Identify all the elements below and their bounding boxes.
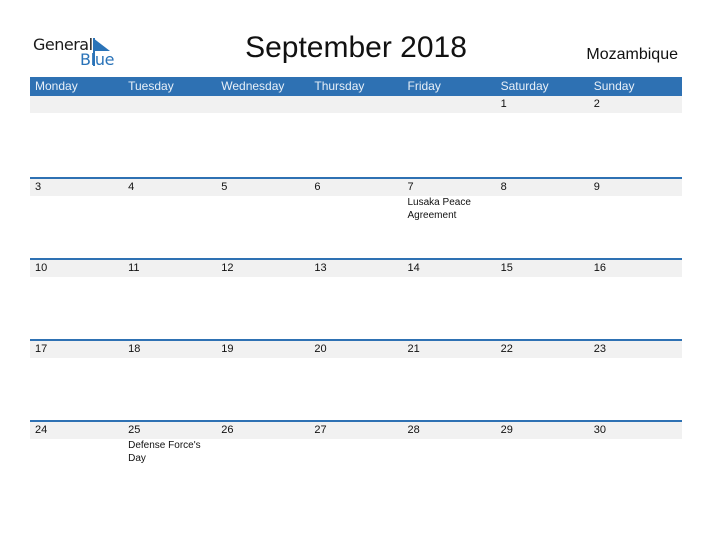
day-number: 14 bbox=[407, 262, 420, 274]
calendar-grid: Monday Tuesday Wednesday Thursday Friday… bbox=[30, 77, 682, 501]
day-number: 21 bbox=[407, 343, 420, 355]
day-number: 24 bbox=[35, 424, 48, 436]
day-cell: 20 bbox=[309, 341, 402, 358]
day-cell: 10 bbox=[30, 260, 123, 277]
day-cell: 3 bbox=[30, 179, 123, 222]
day-number: 28 bbox=[407, 424, 420, 436]
weeks-container: 1 2 3 4 5 6 7 Lusaka Peace Agreement 8 9 10 11 12 13 1… bbox=[30, 96, 682, 501]
day-number: 16 bbox=[593, 262, 606, 274]
country-label: Mozambique bbox=[586, 46, 678, 63]
day-number: 30 bbox=[593, 424, 606, 436]
weekday-saturday: Saturday bbox=[500, 79, 549, 93]
day-cell: 23 bbox=[589, 341, 682, 358]
day-number: 5 bbox=[221, 181, 228, 193]
week-row: 10 11 12 13 14 15 16 bbox=[30, 258, 682, 339]
day-number: 19 bbox=[221, 343, 234, 355]
day-cell: 17 bbox=[30, 341, 123, 358]
day-number: 1 bbox=[500, 98, 507, 110]
day-number: 2 bbox=[593, 98, 600, 110]
day-cell: 27 bbox=[309, 422, 402, 465]
day-cell: 7 Lusaka Peace Agreement bbox=[403, 179, 496, 222]
week-cells: 10 11 12 13 14 15 16 bbox=[30, 260, 682, 277]
day-cell: 18 bbox=[123, 341, 216, 358]
day-cell bbox=[30, 96, 123, 113]
day-cell bbox=[216, 96, 309, 113]
day-number: 13 bbox=[314, 262, 327, 274]
week-cells: 3 4 5 6 7 Lusaka Peace Agreement 8 9 bbox=[30, 179, 682, 222]
week-row: 3 4 5 6 7 Lusaka Peace Agreement 8 9 bbox=[30, 177, 682, 258]
day-number: 10 bbox=[35, 262, 48, 274]
day-number: 8 bbox=[500, 181, 507, 193]
holiday-label: Lusaka Peace Agreement bbox=[407, 197, 471, 221]
holiday-label: Defense Force's Day bbox=[128, 440, 201, 464]
day-cell: 30 bbox=[589, 422, 682, 465]
day-cell bbox=[403, 96, 496, 113]
weekday-thursday: Thursday bbox=[314, 79, 365, 93]
day-number: 25 bbox=[128, 424, 141, 436]
weekday-friday: Friday bbox=[407, 79, 441, 93]
day-number: 17 bbox=[35, 343, 48, 355]
day-number bbox=[128, 96, 216, 113]
week-row: 12 bbox=[30, 96, 682, 177]
day-number: 11 bbox=[128, 262, 140, 274]
day-cell: 11 bbox=[123, 260, 216, 277]
day-cell: 13 bbox=[309, 260, 402, 277]
day-cell: 9 bbox=[589, 179, 682, 222]
day-number: 4 bbox=[128, 181, 135, 193]
day-cell: 22 bbox=[496, 341, 589, 358]
day-cell bbox=[309, 96, 402, 113]
day-number: 7 bbox=[407, 181, 414, 193]
week-row: 24 25 Defense Force's Day 26 27 28 29 30 bbox=[30, 420, 682, 501]
day-number bbox=[314, 96, 402, 113]
week-cells: 24 25 Defense Force's Day 26 27 28 29 30 bbox=[30, 422, 682, 465]
day-cell: 12 bbox=[216, 260, 309, 277]
day-number: 29 bbox=[500, 424, 513, 436]
weekday-monday: Monday bbox=[35, 79, 78, 93]
day-number: 15 bbox=[500, 262, 513, 274]
day-cell: 21 bbox=[403, 341, 496, 358]
day-cell bbox=[123, 96, 216, 113]
day-number: 6 bbox=[314, 181, 321, 193]
day-cell: 25 Defense Force's Day bbox=[123, 422, 216, 465]
day-number: 27 bbox=[314, 424, 327, 436]
day-cell: 2 bbox=[589, 96, 682, 113]
day-number: 3 bbox=[35, 181, 42, 193]
day-cell: 28 bbox=[403, 422, 496, 465]
day-number: 23 bbox=[593, 343, 606, 355]
day-cell: 14 bbox=[403, 260, 496, 277]
day-cell: 4 bbox=[123, 179, 216, 222]
day-number: 26 bbox=[221, 424, 234, 436]
day-cell: 5 bbox=[216, 179, 309, 222]
weekday-tuesday: Tuesday bbox=[128, 79, 174, 93]
day-cell: 16 bbox=[589, 260, 682, 277]
day-number: 18 bbox=[128, 343, 141, 355]
weekday-sunday: Sunday bbox=[593, 79, 635, 93]
week-cells: 12 bbox=[30, 96, 682, 113]
day-number: 12 bbox=[221, 262, 234, 274]
day-number bbox=[35, 96, 123, 113]
week-cells: 17 18 19 20 21 22 23 bbox=[30, 341, 682, 358]
day-cell: 24 bbox=[30, 422, 123, 465]
day-cell: 6 bbox=[309, 179, 402, 222]
week-row: 17 18 19 20 21 22 23 bbox=[30, 339, 682, 420]
day-cell: 19 bbox=[216, 341, 309, 358]
day-cell: 8 bbox=[496, 179, 589, 222]
day-number bbox=[221, 96, 309, 113]
weekday-wednesday: Wednesday bbox=[221, 79, 285, 93]
day-number: 9 bbox=[593, 181, 600, 193]
day-number bbox=[408, 96, 496, 113]
day-cell: 15 bbox=[496, 260, 589, 277]
day-cell: 29 bbox=[496, 422, 589, 465]
weekday-header: Monday Tuesday Wednesday Thursday Friday… bbox=[30, 77, 682, 96]
day-cell: 1 bbox=[496, 96, 589, 113]
day-number: 22 bbox=[500, 343, 513, 355]
day-number: 20 bbox=[314, 343, 327, 355]
day-cell: 26 bbox=[216, 422, 309, 465]
